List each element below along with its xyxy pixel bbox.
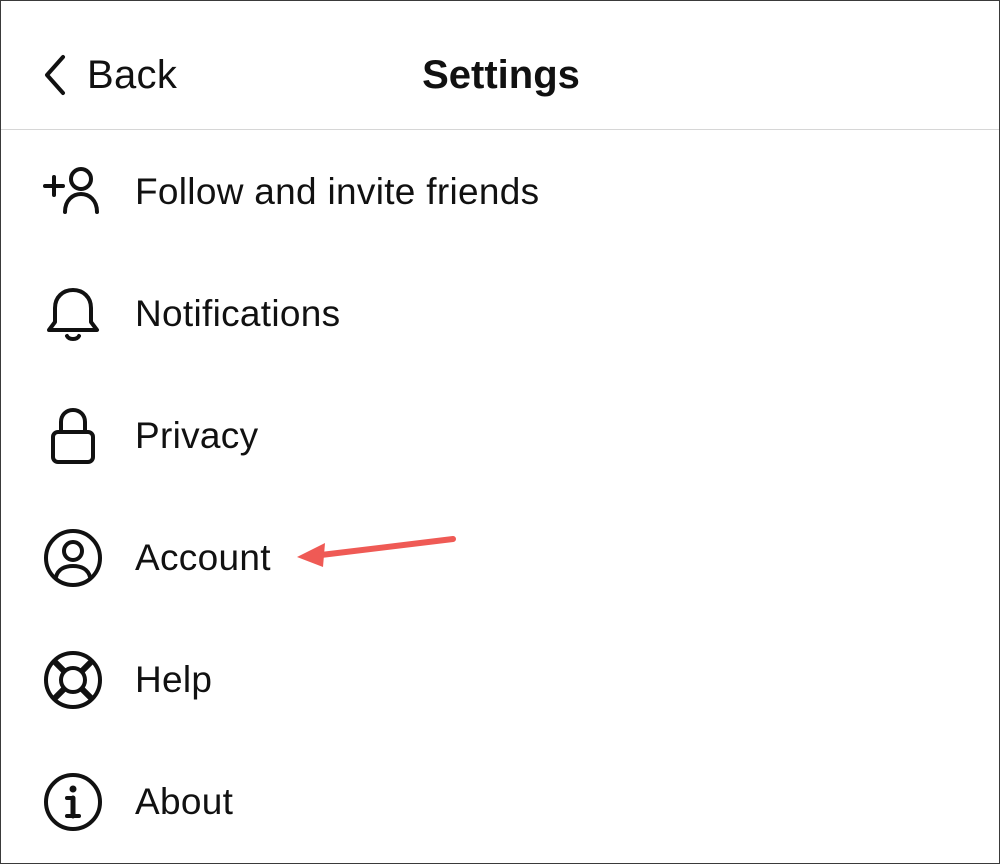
menu-item-account[interactable]: Account (1, 497, 999, 619)
settings-menu: Follow and invite friends Notifications … (1, 131, 999, 863)
menu-item-privacy[interactable]: Privacy (1, 375, 999, 497)
add-person-icon (41, 160, 105, 224)
chevron-left-icon (45, 55, 65, 95)
menu-item-follow[interactable]: Follow and invite friends (1, 131, 999, 253)
menu-item-help[interactable]: Help (1, 619, 999, 741)
account-circle-icon (41, 526, 105, 590)
lifebuoy-icon (41, 648, 105, 712)
menu-item-label: Follow and invite friends (135, 171, 540, 212)
menu-item-notifications[interactable]: Notifications (1, 253, 999, 375)
menu-item-about[interactable]: About (1, 741, 999, 863)
bell-icon (41, 282, 105, 346)
back-label: Back (87, 52, 178, 97)
menu-item-label: Privacy (135, 415, 259, 456)
info-circle-icon (41, 770, 105, 834)
menu-item-label: Notifications (135, 293, 341, 334)
menu-item-label: Account (135, 537, 271, 578)
back-button[interactable]: Back (41, 45, 177, 105)
menu-item-label: Help (135, 659, 213, 700)
menu-item-label: About (135, 781, 234, 822)
lock-icon (41, 404, 105, 468)
settings-screen: Back Settings Follow and invite friends (0, 0, 1000, 864)
header-bar: Back Settings (1, 1, 999, 130)
